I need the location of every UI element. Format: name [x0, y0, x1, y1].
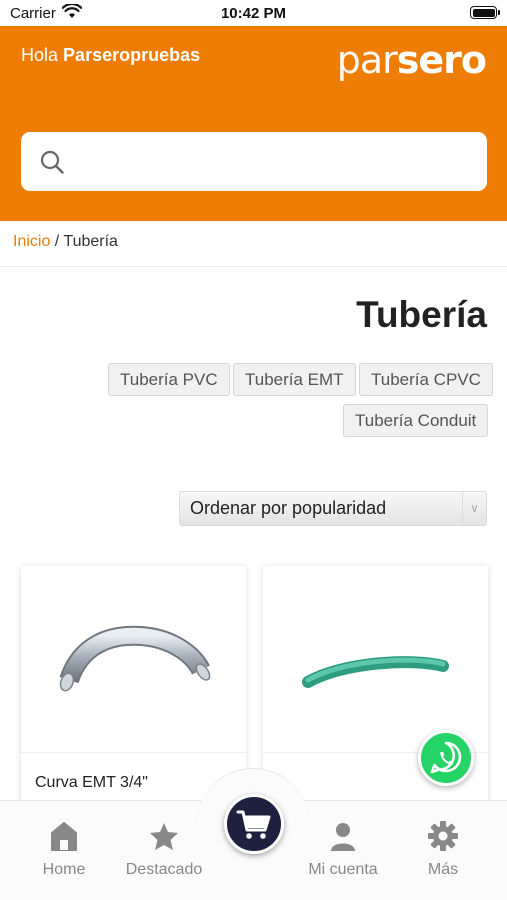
tab-label: Home	[42, 861, 86, 878]
clock: 10:42 PM	[220, 5, 287, 22]
tab-label: Mi cuenta	[308, 861, 378, 878]
tab-destacado[interactable]: Destacado	[114, 819, 214, 879]
tab-mas[interactable]: Más	[393, 819, 493, 879]
breadcrumb: Inicio / Tubería	[0, 221, 507, 267]
breadcrumb-separator: /	[50, 233, 64, 250]
battery-icon	[470, 6, 500, 19]
breadcrumb-current: Tubería	[63, 233, 118, 250]
product-card[interactable]	[263, 566, 488, 826]
page-title: Tubería	[356, 294, 487, 335]
chevron-down-icon: ∨	[462, 492, 486, 525]
product-name[interactable]: Curva EMT 3/4"	[35, 774, 148, 792]
search-input[interactable]	[81, 144, 471, 178]
sort-select[interactable]: Ordenar por popularidad ∨	[179, 491, 487, 526]
category-chip-emt[interactable]: Tubería EMT	[233, 363, 356, 396]
search-bar[interactable]	[21, 132, 487, 191]
tab-home[interactable]: Home	[14, 819, 114, 879]
product-image[interactable]	[21, 566, 246, 752]
greeting: Hola Parseropruebas	[21, 45, 200, 66]
whatsapp-button[interactable]	[418, 730, 474, 786]
search-icon	[40, 150, 64, 174]
status-bar: Carrier 10:42 PM	[0, 0, 507, 26]
tab-mi-cuenta[interactable]: Mi cuenta	[293, 819, 393, 879]
cart-icon	[236, 810, 271, 839]
green-cpvc-pipe-image	[302, 656, 449, 688]
whatsapp-icon	[430, 741, 462, 774]
gear-icon	[428, 821, 458, 851]
star-icon	[150, 823, 178, 850]
breadcrumb-home-link[interactable]: Inicio	[13, 233, 50, 250]
metal-elbow-pipe-image	[59, 625, 211, 692]
tab-label: Destacado	[125, 861, 203, 878]
username: Parseropruebas	[63, 45, 201, 65]
category-chip-pvc[interactable]: Tubería PVC	[108, 363, 230, 396]
user-icon	[331, 823, 355, 851]
product-image[interactable]	[263, 566, 488, 752]
sort-selected-label: Ordenar por popularidad	[190, 498, 387, 518]
home-icon	[51, 822, 77, 851]
card-divider	[21, 752, 246, 753]
brand-logo[interactable]: parsero	[337, 38, 487, 82]
tab-label: Más	[427, 861, 459, 878]
greeting-prefix: Hola	[21, 45, 59, 65]
category-chip-cpvc[interactable]: Tubería CPVC	[359, 363, 493, 396]
category-chip-conduit[interactable]: Tubería Conduit	[343, 404, 489, 437]
cart-button[interactable]	[224, 794, 284, 854]
header: Hola Parseropruebas parsero	[0, 26, 507, 221]
